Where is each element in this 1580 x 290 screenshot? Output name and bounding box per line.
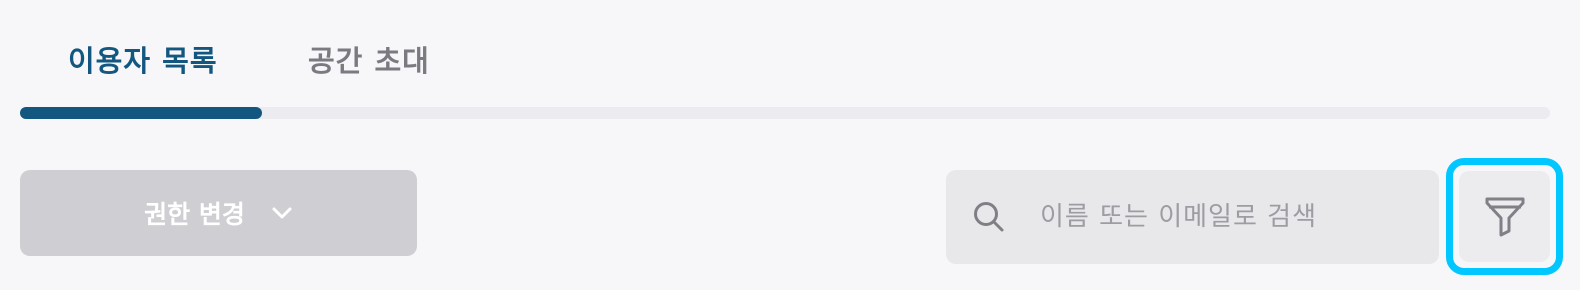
filter-icon bbox=[1481, 191, 1529, 243]
change-role-label: 권한 변경 bbox=[144, 200, 245, 229]
change-role-button[interactable]: 권한 변경 bbox=[20, 170, 417, 256]
active-tab-indicator bbox=[20, 107, 262, 119]
tab-user-list[interactable]: 이용자 목록 bbox=[68, 38, 218, 80]
filter-focus-ring bbox=[1446, 158, 1563, 275]
tab-space-invite[interactable]: 공간 초대 bbox=[308, 38, 430, 80]
search-input[interactable] bbox=[1038, 186, 1422, 248]
search-icon bbox=[972, 200, 1006, 234]
search-box[interactable] bbox=[946, 170, 1439, 264]
tab-bar: 이용자 목록 공간 초대 bbox=[20, 0, 1550, 120]
chevron-down-icon bbox=[271, 206, 293, 220]
filter-button[interactable] bbox=[1459, 171, 1550, 262]
